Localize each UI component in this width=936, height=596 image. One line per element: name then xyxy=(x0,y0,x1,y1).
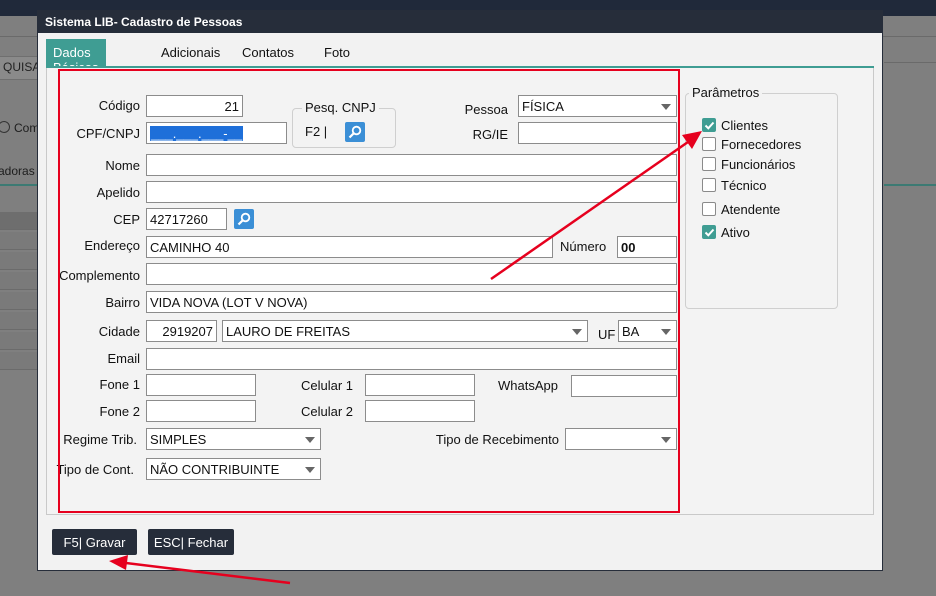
annotation-arrows xyxy=(109,131,702,585)
arrow-to-gravar xyxy=(109,555,291,585)
arrow-to-clientes xyxy=(490,131,702,281)
